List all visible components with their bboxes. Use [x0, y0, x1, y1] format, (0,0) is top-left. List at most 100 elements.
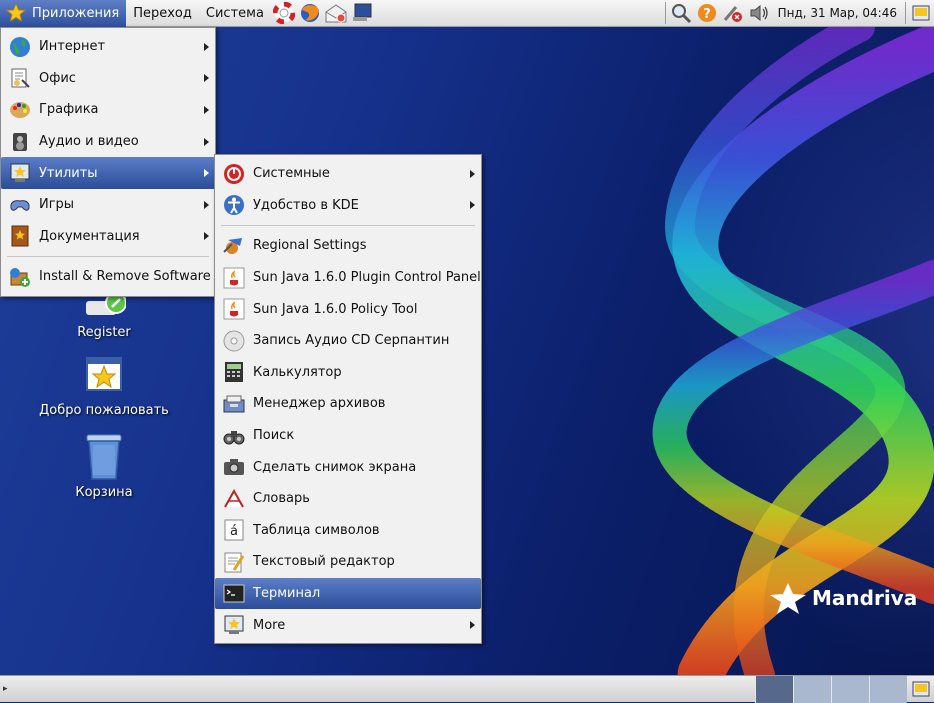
- desktop-icon-label: Добро пожаловать: [39, 403, 169, 418]
- menu-item-regional-settings[interactable]: Regional Settings: [215, 230, 481, 262]
- system-menu[interactable]: Система: [199, 0, 271, 27]
- menu-item-terminal[interactable]: Терминал: [215, 577, 481, 610]
- menu-item-graphics[interactable]: Графика: [1, 94, 215, 126]
- menu-item-screenshot[interactable]: Сделать снимок экрана: [215, 451, 481, 483]
- menu-item-office[interactable]: Офис: [1, 63, 215, 95]
- svg-text:?: ?: [703, 7, 711, 22]
- help-tray-button[interactable]: ?: [694, 1, 720, 25]
- menu-item-label: Поиск: [253, 428, 295, 444]
- menu-item-label: Игры: [39, 197, 75, 213]
- panel-separator: [664, 2, 666, 24]
- help-launcher[interactable]: [271, 1, 297, 25]
- menu-item-internet[interactable]: Интернет: [1, 31, 215, 63]
- utilities-submenu: Системные Удобство в KDE Regional Settin…: [214, 154, 482, 644]
- show-desktop-button[interactable]: [908, 1, 934, 25]
- menu-item-cd-burner[interactable]: Запись Аудио CD Серпантин: [215, 325, 481, 357]
- menu-item-java-policy-tool[interactable]: Sun Java 1.6.0 Policy Tool: [215, 293, 481, 325]
- menu-separator: [221, 225, 475, 227]
- regional-icon: [221, 233, 247, 259]
- menu-item-label: Аудио и видео: [39, 134, 139, 150]
- star-icon: [6, 3, 26, 22]
- menu-item-label: Графика: [39, 102, 99, 118]
- places-menu[interactable]: Переход: [126, 0, 199, 27]
- submenu-arrow-icon: [204, 42, 209, 51]
- mandriva-logo: Mandriva: [768, 581, 917, 615]
- svg-text:á: á: [230, 524, 238, 539]
- firefox-launcher[interactable]: [297, 1, 323, 25]
- menu-item-text-editor[interactable]: Текстовый редактор: [215, 546, 481, 578]
- mail-launcher[interactable]: [323, 1, 349, 25]
- menu-item-search[interactable]: Поиск: [215, 420, 481, 452]
- submenu-arrow-icon: [204, 169, 209, 178]
- book-icon: [7, 223, 33, 249]
- binoculars-icon: [221, 423, 247, 449]
- package-icon: [7, 264, 33, 290]
- menu-item-label: Запись Аудио CD Серпантин: [253, 333, 450, 349]
- workspace-3[interactable]: [831, 676, 869, 703]
- desktop-icon-label: Register: [77, 325, 131, 340]
- clock[interactable]: Пнд, 31 Мар, 04:46: [772, 6, 903, 20]
- menu-item-kde-accessibility[interactable]: Удобство в KDE: [215, 190, 481, 222]
- show-desktop-icon: [912, 5, 930, 21]
- workspace-4[interactable]: [869, 676, 907, 703]
- applications-menu-label: Приложения: [32, 5, 120, 21]
- lifebuoy-icon: [272, 2, 295, 24]
- menu-item-label: Сделать снимок экрана: [253, 459, 417, 475]
- show-desktop-button-bottom[interactable]: [908, 677, 934, 701]
- menu-item-utilities[interactable]: Утилиты: [1, 157, 215, 189]
- archive-icon: [221, 391, 247, 417]
- menu-item-label: Install & Remove Software: [39, 269, 211, 285]
- palette-icon: [7, 97, 33, 123]
- menu-item-label: Regional Settings: [253, 238, 367, 254]
- workspace-2[interactable]: [793, 676, 831, 703]
- applications-menu[interactable]: Приложения: [0, 0, 127, 27]
- menu-item-documentation[interactable]: Документация: [1, 221, 215, 253]
- menu-item-archive-manager[interactable]: Менеджер архивов: [215, 388, 481, 420]
- search-launcher[interactable]: [668, 1, 694, 25]
- desktop-icon-welcome[interactable]: Добро пожаловать: [34, 355, 174, 418]
- menu-item-label: Офис: [39, 70, 76, 86]
- java-icon: [221, 296, 247, 322]
- bottom-panel: ▸: [0, 675, 934, 703]
- monitor-launcher[interactable]: [349, 1, 375, 25]
- menu-item-label: Документация: [39, 228, 140, 244]
- menu-item-label: Калькулятор: [253, 364, 342, 380]
- text-editor-icon: [221, 549, 247, 575]
- menu-item-more[interactable]: More: [215, 609, 481, 641]
- submenu-arrow-icon: [204, 137, 209, 146]
- menu-item-label: Менеджер архивов: [253, 396, 386, 412]
- system-icon: [221, 161, 247, 187]
- menu-item-label: Словарь: [253, 491, 310, 507]
- panel-handle-icon[interactable]: ▸: [3, 684, 8, 694]
- menu-item-label: Терминал: [253, 586, 321, 602]
- desktop-icon-register[interactable]: Register: [34, 292, 174, 340]
- menu-item-java-plugin-control-panel[interactable]: Sun Java 1.6.0 Plugin Control Panel: [215, 262, 481, 294]
- menu-item-audio-video[interactable]: Аудио и видео: [1, 126, 215, 158]
- workspace-1[interactable]: [755, 676, 793, 703]
- menu-item-system[interactable]: Системные: [215, 158, 481, 190]
- menu-item-dictionary[interactable]: Словарь: [215, 483, 481, 515]
- firefox-icon: [300, 4, 319, 22]
- submenu-arrow-icon: [204, 105, 209, 114]
- menu-item-label: Текстовый редактор: [253, 554, 395, 570]
- menu-item-calculator[interactable]: Калькулятор: [215, 357, 481, 389]
- volume-tray-button[interactable]: [746, 1, 772, 25]
- system-tray: ? Пнд, 31 Мар, 04:46: [663, 0, 934, 27]
- desktop-icon-label: Корзина: [75, 485, 133, 500]
- gamepad-icon: [7, 192, 33, 218]
- cd-icon: [221, 328, 247, 354]
- applications-menu-popup: Интернет Офис Графика Аудио и видео Утил…: [0, 27, 216, 297]
- menu-item-games[interactable]: Игры: [1, 189, 215, 221]
- system-menu-label: Система: [205, 5, 264, 21]
- menu-item-label: Утилиты: [39, 165, 98, 181]
- panel-separator: [905, 2, 906, 24]
- submenu-arrow-icon: [470, 621, 475, 630]
- submenu-arrow-icon: [470, 169, 475, 178]
- network-tray-button[interactable]: [720, 1, 746, 25]
- accessibility-icon: [221, 192, 247, 218]
- desktop-icon-trash[interactable]: Корзина: [34, 431, 174, 500]
- menu-item-character-map[interactable]: á Таблица символов: [215, 515, 481, 547]
- mail-icon: [325, 4, 347, 23]
- menu-item-install-remove-software[interactable]: Install & Remove Software: [1, 261, 215, 293]
- dictionary-icon: [221, 486, 247, 512]
